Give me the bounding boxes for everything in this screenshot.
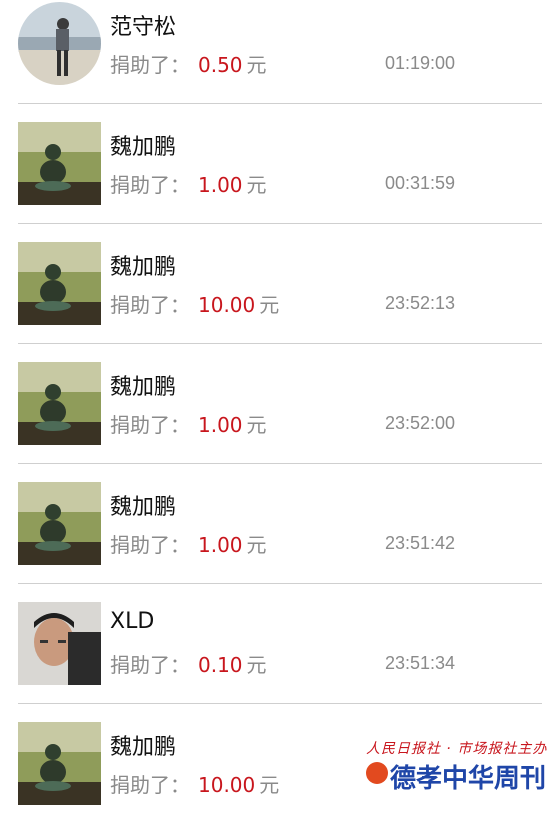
- currency-unit: 元: [246, 533, 267, 557]
- amount-value: 10.00: [198, 293, 256, 317]
- donation-line: 捐助了： 0.50 元: [110, 49, 267, 78]
- divider: [18, 703, 542, 704]
- watermark-publisher-line: 人民日报社 · 市场报社主办: [366, 741, 548, 757]
- list-item[interactable]: 范守松 捐助了： 0.50 元 01:19:00: [0, 0, 560, 120]
- donation-line: 捐助了： 1.00 元: [110, 529, 267, 558]
- donated-label: 捐助了：: [110, 413, 190, 437]
- amount-value: 1.00: [198, 413, 243, 437]
- donation-line: 捐助了： 10.00 元: [110, 289, 279, 318]
- list-item[interactable]: 魏加鹏 捐助了： 10.00 元 23:52:13: [0, 240, 560, 360]
- donated-label: 捐助了：: [110, 173, 190, 197]
- list-item[interactable]: 魏加鹏 捐助了： 1.00 元 23:52:00: [0, 360, 560, 480]
- amount-value: 1.00: [198, 533, 243, 557]
- buddha-statue-photo-icon: [18, 242, 101, 325]
- divider: [18, 103, 542, 104]
- watermark-brand: 德孝中华周刊: [390, 764, 547, 794]
- timestamp: 00:31:59: [385, 173, 456, 193]
- timestamp: 23:51:42: [385, 533, 456, 553]
- donor-name: 魏加鹏: [110, 255, 177, 280]
- avatar[interactable]: [18, 482, 101, 565]
- donation-line: 捐助了： 1.00 元: [110, 169, 267, 198]
- avatar[interactable]: [18, 602, 101, 685]
- timestamp: 23:52:13: [385, 293, 456, 313]
- avatar[interactable]: [18, 722, 101, 805]
- currency-unit: 元: [246, 413, 267, 437]
- amount-value: 0.50: [198, 53, 243, 77]
- donation-line: 捐助了： 1.00 元: [110, 409, 267, 438]
- divider: [18, 583, 542, 584]
- person-by-sea-photo-icon: [18, 2, 101, 85]
- donated-label: 捐助了：: [110, 53, 190, 77]
- donor-name: 魏加鹏: [110, 135, 177, 160]
- timestamp: 23:51:34: [385, 653, 456, 673]
- buddha-statue-photo-icon: [18, 362, 101, 445]
- amount-value: 1.00: [198, 173, 243, 197]
- donated-label: 捐助了：: [110, 293, 190, 317]
- donation-line: 捐助了： 10.00 元: [110, 769, 279, 798]
- donor-name: 魏加鹏: [110, 495, 177, 520]
- amount-value: 0.10: [198, 653, 243, 677]
- donor-name: 范守松: [110, 15, 177, 40]
- timestamp: 23:52:00: [385, 413, 456, 433]
- avatar[interactable]: [18, 122, 101, 205]
- donor-name: XLD: [110, 609, 155, 634]
- currency-unit: 元: [246, 653, 267, 677]
- currency-unit: 元: [246, 53, 267, 77]
- currency-unit: 元: [259, 293, 280, 317]
- donated-label: 捐助了：: [110, 653, 190, 677]
- publication-logo-icon: [366, 762, 388, 784]
- amount-value: 10.00: [198, 773, 256, 797]
- list-item[interactable]: 魏加鹏 捐助了： 1.00 元 23:51:42: [0, 480, 560, 600]
- avatar[interactable]: [18, 2, 101, 85]
- divider: [18, 223, 542, 224]
- buddha-statue-photo-icon: [18, 722, 101, 805]
- avatar[interactable]: [18, 362, 101, 445]
- donated-label: 捐助了：: [110, 773, 190, 797]
- timestamp: 01:19:00: [385, 53, 456, 73]
- man-portrait-photo-icon: [18, 602, 101, 685]
- donation-line: 捐助了： 0.10 元: [110, 649, 267, 678]
- divider: [18, 343, 542, 344]
- publication-watermark: 人民日报社 · 市场报社主办 德孝中华周刊: [366, 738, 546, 800]
- donated-label: 捐助了：: [110, 533, 190, 557]
- currency-unit: 元: [259, 773, 280, 797]
- donor-name: 魏加鹏: [110, 375, 177, 400]
- donor-name: 魏加鹏: [110, 735, 177, 760]
- buddha-statue-photo-icon: [18, 482, 101, 565]
- currency-unit: 元: [246, 173, 267, 197]
- divider: [18, 463, 542, 464]
- list-item[interactable]: XLD 捐助了： 0.10 元 23:51:34: [0, 600, 560, 720]
- list-item[interactable]: 魏加鹏 捐助了： 1.00 元 00:31:59: [0, 120, 560, 240]
- buddha-statue-photo-icon: [18, 122, 101, 205]
- avatar[interactable]: [18, 242, 101, 325]
